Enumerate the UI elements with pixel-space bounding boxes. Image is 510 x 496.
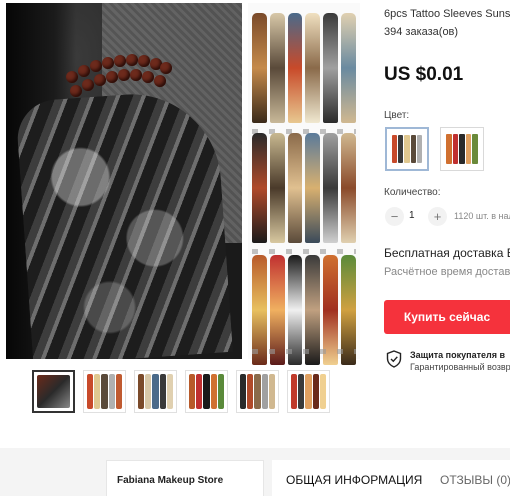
stock-count: 1120 шт. в наличии <box>454 211 510 221</box>
thumbnail-strip <box>32 370 330 413</box>
buy-now-button[interactable]: Купить сейчас <box>384 300 510 334</box>
quantity-minus-button[interactable]: − <box>385 207 404 226</box>
row-caption <box>252 249 356 254</box>
main-product-image[interactable] <box>6 3 242 359</box>
buyer-protection-title: Защита покупателя в <box>410 350 505 360</box>
product-title: 6pcs Tattoo Sleeves Sunscreen Arm <box>384 8 510 20</box>
color-option-2[interactable] <box>440 127 484 171</box>
color-label: Цвет: <box>384 110 410 121</box>
shield-check-icon <box>386 350 402 368</box>
shipping-title: Бесплатная доставка В <box>384 246 510 260</box>
bead-bracelet <box>66 51 174 101</box>
tab-reviews[interactable]: ОТЗЫВЫ (0) <box>440 473 510 487</box>
shipping-estimate: Расчётное время доставки <box>384 266 510 278</box>
thumbnail-2[interactable] <box>83 370 126 413</box>
thumbnail-5[interactable] <box>236 370 279 413</box>
quantity-plus-button[interactable]: + <box>428 207 447 226</box>
color-option-1[interactable] <box>385 127 429 171</box>
tab-general-info[interactable]: ОБЩАЯ ИНФОРМАЦИЯ <box>286 473 422 487</box>
buyer-protection-subtitle: Гарантированный возврат <box>410 362 510 372</box>
product-price: US $0.01 <box>384 64 464 85</box>
thumbnail-1[interactable] <box>32 370 75 413</box>
sleeve-collage-image[interactable] <box>248 3 360 365</box>
row-caption <box>252 349 356 354</box>
thumbnail-4[interactable] <box>185 370 228 413</box>
sleeve-row <box>252 13 356 123</box>
tattoo-sleeve-arm <box>15 88 233 359</box>
thumbnail-3[interactable] <box>134 370 177 413</box>
orders-count: 394 заказа(ов) <box>384 26 459 38</box>
sleeve-row <box>252 133 356 243</box>
thumbnail-6[interactable] <box>287 370 330 413</box>
info-tabs: ОБЩАЯ ИНФОРМАЦИЯ ОТЗЫВЫ (0) <box>272 460 510 496</box>
quantity-value[interactable]: 1 <box>409 210 415 221</box>
store-name[interactable]: Fabiana Makeup Store <box>106 460 264 496</box>
quantity-label: Количество: <box>384 187 441 198</box>
